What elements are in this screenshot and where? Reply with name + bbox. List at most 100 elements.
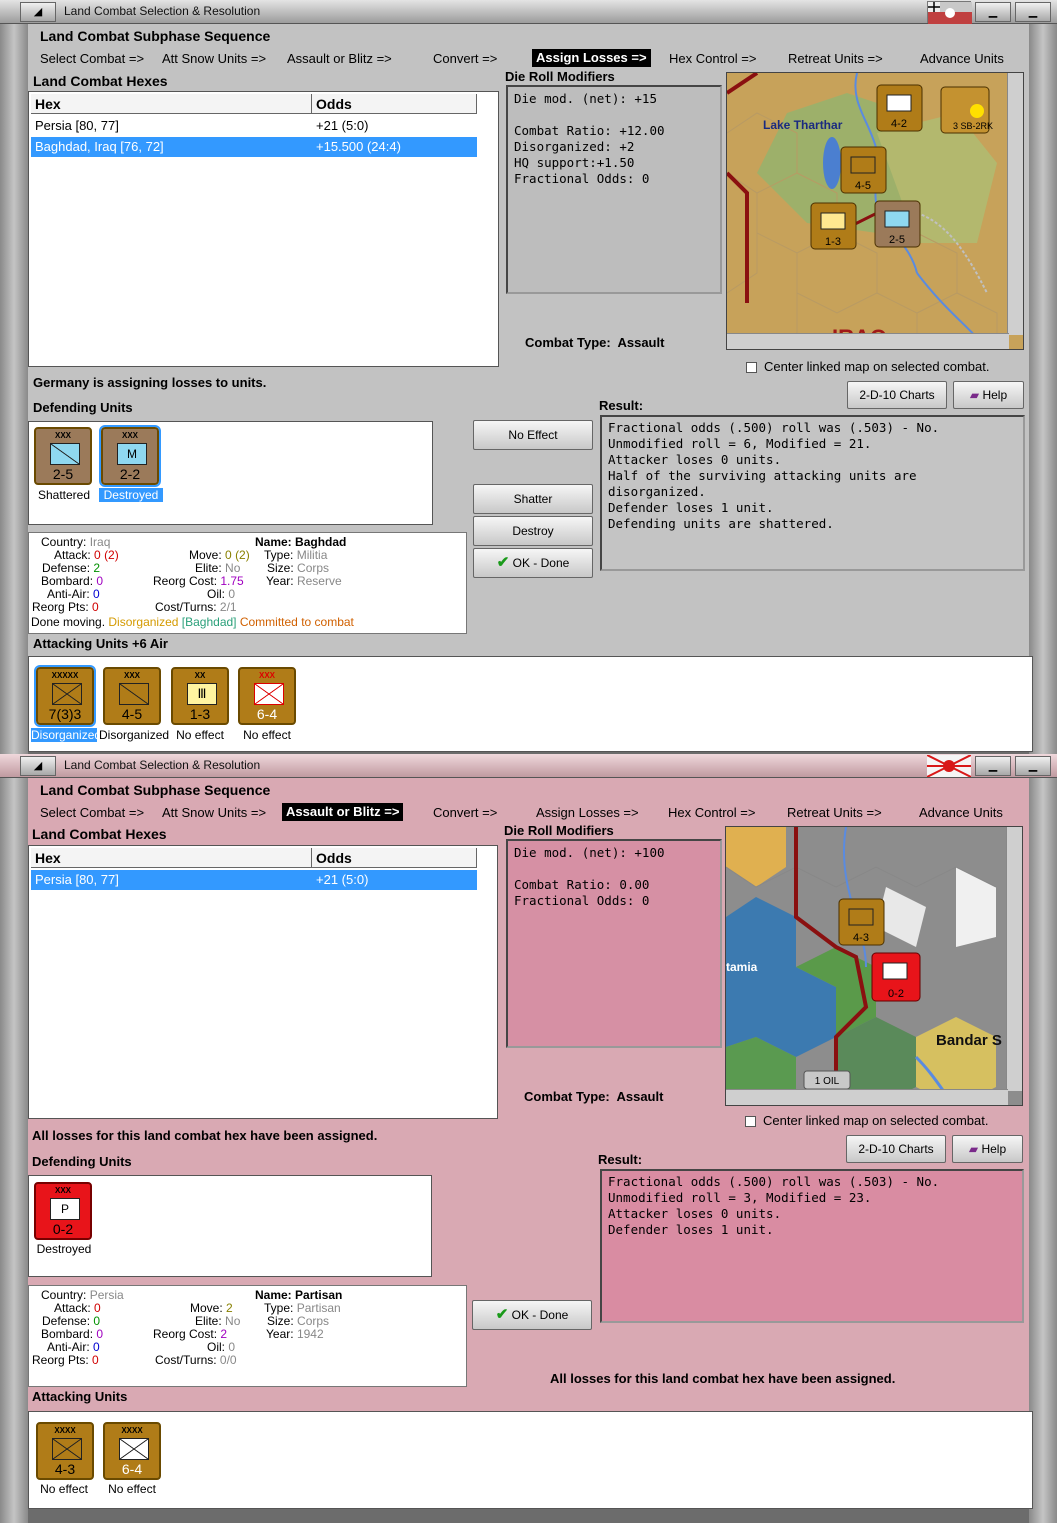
destroy-button[interactable]: Destroy (473, 516, 593, 546)
hexes-table[interactable]: Hex Odds Persia [80, 77] +21 (5:0) Baghd… (28, 91, 499, 367)
map-vscroll[interactable] (1006, 827, 1022, 1091)
seq-assault-blitz[interactable]: Assault or Blitz => (282, 803, 404, 821)
unit-strength: 1-3 (189, 706, 211, 722)
defender-counter[interactable]: XXX 2-5 (34, 427, 92, 485)
help-button[interactable]: ▰ Help (953, 381, 1024, 409)
map-counter[interactable]: 4-2 (876, 84, 923, 132)
info-country: Iraq (89, 535, 111, 549)
linked-map[interactable]: Lake Tharthar IRAQ 4-2 3 SB-2RK 4-5 (726, 72, 1024, 350)
map-hscroll[interactable] (726, 1089, 1008, 1105)
no-effect-button[interactable]: No Effect (473, 420, 593, 450)
col-hex-header[interactable]: Hex (31, 94, 312, 114)
map-counter[interactable]: 2-5 (874, 200, 921, 248)
seq-att-snow[interactable]: Att Snow Units => (162, 51, 266, 66)
seq-retreat[interactable]: Retreat Units => (787, 805, 882, 820)
center-map-label: Center linked map on selected combat. (764, 359, 990, 374)
seq-assign-losses[interactable]: Assign Losses => (532, 49, 651, 67)
hexes-heading: Land Combat Hexes (33, 73, 168, 89)
attacker-status: No effect (243, 728, 291, 742)
map-counter[interactable]: 4-5 (840, 146, 887, 194)
linked-map[interactable]: tamia Bandar S 4-3 0-2 1 OIL (725, 826, 1023, 1106)
map-hscroll[interactable] (727, 333, 1009, 349)
info-reorgpts: 0 (92, 1353, 99, 1367)
ok-done-button[interactable]: ✔ OK - Done (472, 1300, 592, 1330)
drm-box: Die mod. (net): +100 Combat Ratio: 0.00 … (506, 839, 722, 1048)
odds-cell: +21 (5:0) (316, 118, 369, 133)
center-map-checkbox[interactable] (745, 1116, 756, 1127)
info-label: Name: (255, 1288, 292, 1302)
drm-heading: Die Roll Modifiers (504, 823, 614, 838)
center-map-label: Center linked map on selected combat. (763, 1113, 989, 1128)
defending-heading: Defending Units (32, 1154, 132, 1169)
attacker-counter-selected[interactable]: XXXXX 7(3)3 (34, 665, 96, 727)
seq-hex-control[interactable]: Hex Control => (669, 51, 756, 66)
charts-button[interactable]: 2-D-10 Charts (847, 381, 947, 409)
help-button[interactable]: ▰ Help (952, 1135, 1023, 1163)
map-label-region: tamia (726, 960, 758, 974)
unit-size: XXXXX (51, 671, 79, 680)
center-map-checkbox[interactable] (746, 362, 757, 373)
seq-advance[interactable]: Advance Units (919, 805, 1003, 820)
table-row-selected[interactable]: Baghdad, Iraq [76, 72] +15.500 (24:4) (31, 137, 477, 157)
info-label: Elite: (195, 561, 222, 575)
shatter-button[interactable]: Shatter (473, 484, 593, 514)
defending-heading: Defending Units (33, 400, 133, 415)
oil-resource-icon: 1 OIL (803, 1070, 851, 1090)
system-menu-button[interactable]: ◢ (20, 756, 56, 776)
unit-size: XXX (121, 431, 138, 440)
close-button[interactable]: ▁ (1015, 2, 1051, 22)
svg-text:3 SB-2RK: 3 SB-2RK (953, 121, 993, 131)
unit-size: XXX (123, 671, 140, 680)
seq-select-combat[interactable]: Select Combat => (40, 805, 144, 820)
info-move-paren: (2) (235, 548, 250, 562)
info-elite: No (225, 1314, 241, 1328)
table-row[interactable]: Persia [80, 77] +21 (5:0) (31, 116, 477, 136)
seq-retreat[interactable]: Retreat Units => (788, 51, 883, 66)
seq-advance[interactable]: Advance Units (920, 51, 1004, 66)
seq-att-snow[interactable]: Att Snow Units => (162, 805, 266, 820)
attacker-counter[interactable]: XX Ⅲ 1-3 (171, 667, 229, 725)
hexes-table[interactable]: Hex Odds Persia [80, 77] +21 (5:0) (28, 845, 498, 1119)
unit-strength: 4-3 (54, 1461, 76, 1477)
map-counter[interactable]: 4-3 (838, 898, 885, 946)
defender-counter-selected[interactable]: XXX M 2-2 (99, 425, 161, 487)
info-footer-location: [Baghdad] (181, 615, 237, 629)
seq-convert[interactable]: Convert => (433, 805, 497, 820)
info-oil: 0 (228, 587, 236, 601)
unit-size: XXX (54, 1186, 71, 1195)
col-odds-header[interactable]: Odds (312, 94, 477, 114)
minimize-button[interactable]: ▁ (975, 2, 1011, 22)
seq-assault-blitz[interactable]: Assault or Blitz => (287, 51, 392, 66)
attacker-counter[interactable]: XXX 4-5 (103, 667, 161, 725)
map-counter[interactable]: 0-2 (871, 952, 921, 1002)
map-counter[interactable]: 1-3 (810, 202, 857, 250)
col-hex-header[interactable]: Hex (31, 848, 312, 868)
info-antiair: 0 (93, 1340, 100, 1354)
defender-counter[interactable]: XXX P 0-2 (34, 1182, 92, 1240)
attacker-counter[interactable]: XXXX 6-4 (103, 1422, 161, 1480)
minimize-button[interactable]: ▁ (975, 756, 1011, 776)
info-attack: 0 (94, 548, 101, 562)
attacker-counter[interactable]: XXX 6-4 (238, 667, 296, 725)
result-line: Unmodified roll = 6, Modified = 21. (608, 436, 872, 451)
table-row-selected[interactable]: Persia [80, 77] +21 (5:0) (31, 870, 477, 890)
system-menu-button[interactable]: ◢ (20, 2, 56, 22)
seq-select-combat[interactable]: Select Combat => (40, 51, 144, 66)
seq-convert[interactable]: Convert => (433, 51, 497, 66)
charts-button[interactable]: 2-D-10 Charts (846, 1135, 946, 1163)
col-odds-header[interactable]: Odds (312, 848, 477, 868)
hexes-table-header: Hex Odds (31, 94, 477, 114)
seq-assign-losses[interactable]: Assign Losses => (536, 805, 639, 820)
help-book-icon: ▰ (969, 388, 980, 402)
attacker-counter[interactable]: XXXX 4-3 (36, 1422, 94, 1480)
bottom-titlebar: ◢ Land Combat Selection & Resolution ▁ ▁ (0, 754, 1057, 778)
seq-hex-control[interactable]: Hex Control => (668, 805, 755, 820)
info-label: Elite: (195, 1314, 222, 1328)
info-type: Partisan (296, 1301, 341, 1315)
info-defense: 0 (93, 1314, 101, 1328)
close-button[interactable]: ▁ (1015, 756, 1051, 776)
status-message: All losses for this land combat hex have… (32, 1128, 378, 1143)
map-counter[interactable]: 3 SB-2RK (940, 86, 993, 134)
ok-done-button[interactable]: ✔ OK - Done (473, 548, 593, 578)
map-vscroll[interactable] (1007, 73, 1023, 335)
